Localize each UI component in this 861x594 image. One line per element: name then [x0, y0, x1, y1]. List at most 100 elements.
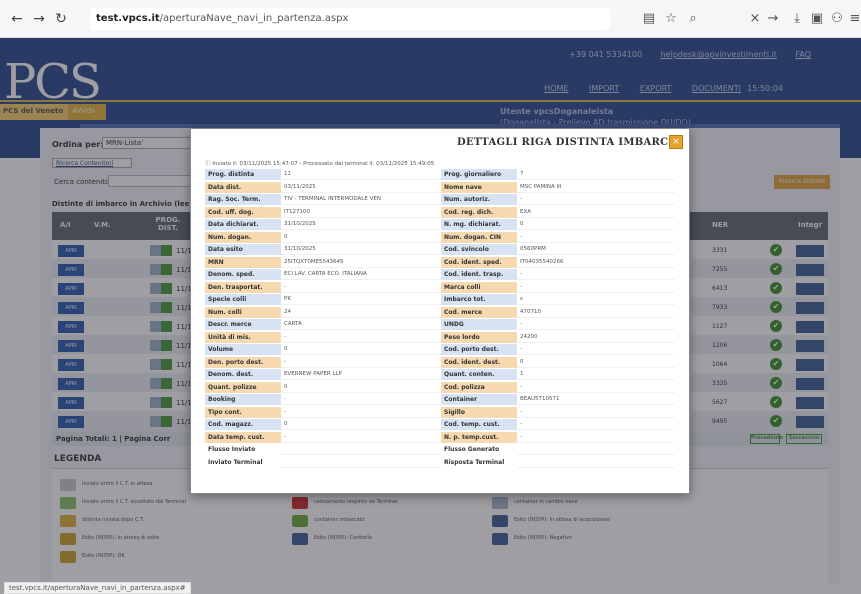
close-icon[interactable]: ×	[669, 135, 683, 149]
detail-value: 0560PRM	[517, 244, 675, 255]
detail-value: 0	[281, 419, 441, 430]
browser-toolbar: ← → ↻ test.vpcs.it/aperturaNave_navi_in_…	[0, 0, 861, 38]
detail-label: N. p. temp.cust.	[441, 431, 517, 443]
detail-row: Denom. dest. EVERNEW PAPER LLP Quant. cont…	[205, 369, 675, 380]
detail-label: Volume	[205, 344, 281, 355]
detail-label: Cod. reg. dich.	[441, 206, 517, 218]
detail-label: Container	[441, 394, 517, 405]
detail-value: 470710	[517, 306, 675, 318]
detail-row: Denom. sped. ECI LAV. CARTA ECO. ITALIANA…	[205, 269, 675, 280]
detail-row: Data dist. 03/11/2025 Nome nave MSC PAMINA …	[205, 181, 675, 193]
detail-label: Denom. dest.	[205, 369, 281, 380]
detail-row: Specie colli PK Imbarco tot. s	[205, 294, 675, 305]
back-icon[interactable]: ←	[8, 10, 26, 28]
account-icon[interactable]: ⚇	[828, 10, 846, 28]
detail-row: Den. trasportat. - Marca colli -	[205, 281, 675, 293]
detail-value: s	[517, 294, 675, 305]
detail-label: Peso lordo	[441, 331, 517, 343]
detail-row: Cod. magazz. 0 Cod. temp. cust. -	[205, 419, 675, 430]
detail-label: Cod. uff. dog.	[205, 206, 281, 218]
reload-icon[interactable]: ↻	[52, 10, 70, 28]
bookmark-star-icon[interactable]: ☆	[662, 10, 680, 28]
detail-value: 31/10/2025	[281, 244, 441, 255]
detail-row: Tipo cont. - Sigillo -	[205, 406, 675, 418]
detail-value: -	[517, 194, 675, 205]
detail-value: -	[281, 331, 441, 343]
detail-row: Data dichiarat. 31/10/2025 N. mg. dichiara…	[205, 219, 675, 230]
detail-label: Descr. merce	[205, 319, 281, 330]
detail-label: Num. colli	[205, 306, 281, 318]
detail-value: 0	[517, 219, 675, 230]
detail-label: MRN	[205, 256, 281, 268]
detail-value: -	[517, 431, 675, 443]
detail-value: 24	[281, 306, 441, 318]
detail-value: 31/10/2025	[281, 219, 441, 230]
dettagli-modal: DETTAGLI RIGA DISTINTA IMBARCO × ⓘ Invia…	[190, 128, 690, 494]
url-text: test.vpcs.it/aperturaNave_navi_in_parten…	[96, 13, 348, 24]
address-bar[interactable]: test.vpcs.it/aperturaNave_navi_in_parten…	[90, 8, 610, 30]
detail-label: Data esito	[205, 244, 281, 255]
detail-value: 7	[517, 169, 675, 180]
detail-label: Inviato Terminal	[205, 456, 281, 468]
detail-row: Prog. distinta 11 Prog. giornaliero 7	[205, 169, 675, 180]
detail-label: Marca colli	[441, 281, 517, 293]
detail-label: Quant. polizze	[205, 381, 281, 393]
detail-value: IT127100	[281, 206, 441, 218]
detail-value: -	[517, 381, 675, 393]
detail-value	[517, 444, 675, 455]
detail-value: -	[517, 406, 675, 418]
detail-label: Data dichiarat.	[205, 219, 281, 230]
detail-label: Cod. magazz.	[205, 419, 281, 430]
detail-row: Num. dogan. 0 Num. dogan. CIN -	[205, 231, 675, 243]
detail-value: 24200	[517, 331, 675, 343]
detail-value: TIV - TERMINAL INTERMODALE VEN	[281, 194, 441, 205]
detail-label: Data dist.	[205, 181, 281, 193]
search-icon[interactable]: ⌕	[684, 10, 702, 28]
status-bar-url: test.vpcs.it/aperturaNave_navi_in_parten…	[4, 582, 191, 594]
forward-arrow-icon[interactable]: →	[764, 10, 782, 28]
detail-row: Unità di mis. - Peso lordo 24200	[205, 331, 675, 343]
detail-row: MRN 25ITQXT0ME5543645 Cod. ident. sped. IT0…	[205, 256, 675, 268]
detail-value: PK	[281, 294, 441, 305]
detail-label: Num. dogan.	[205, 231, 281, 243]
detail-row: Booking - Container BEAU5710571	[205, 394, 675, 405]
detail-value: 1	[517, 369, 675, 380]
detail-value: ECI LAV. CARTA ECO. ITALIANA	[281, 269, 441, 280]
detail-label: Cod. ident. sped.	[441, 256, 517, 268]
detail-label: Num. autoriz.	[441, 194, 517, 205]
detail-row: Num. colli 24 Cod. merce 470710	[205, 306, 675, 318]
detail-label: Tipo cont.	[205, 406, 281, 418]
detail-label: Flusso Generato	[441, 444, 517, 455]
detail-value: -	[281, 431, 441, 443]
detail-label: Prog. distinta	[205, 169, 281, 180]
detail-value: 03/11/2025	[281, 181, 441, 193]
detail-value: -	[517, 344, 675, 355]
detail-value: 25ITQXT0ME5543645	[281, 256, 441, 268]
menu-icon[interactable]: ≡	[846, 10, 861, 28]
forward-icon[interactable]: →	[30, 10, 48, 28]
detail-value: IT04035540266	[517, 256, 675, 268]
detail-value: 11	[281, 169, 441, 180]
detail-label: Cod. merce	[441, 306, 517, 318]
detail-label: Denom. sped.	[205, 269, 281, 280]
detail-value: EVERNEW PAPER LLP	[281, 369, 441, 380]
detail-label: Risposta Terminal	[441, 456, 517, 468]
detail-row: Inviato Terminal Risposta Terminal	[205, 456, 675, 468]
detail-value	[281, 444, 441, 455]
detail-label: Den. trasportat.	[205, 281, 281, 293]
detail-value: -	[281, 406, 441, 418]
reader-icon[interactable]: ▤	[640, 10, 658, 28]
detail-row: Den. porto dest. - Cod. ident. dest. 0	[205, 356, 675, 368]
detail-row: Data esito 31/10/2025 Cod. svincolo 0560PRM	[205, 244, 675, 255]
detail-value: MSC PAMINA III	[517, 181, 675, 193]
close-tab-icon[interactable]: ×	[746, 10, 764, 28]
detail-label: Data temp. cust.	[205, 431, 281, 443]
detail-value: 0	[281, 381, 441, 393]
detail-value: EXA	[517, 206, 675, 218]
downloads-icon[interactable]: ⤓	[788, 10, 806, 28]
extensions-icon[interactable]: ▣	[808, 10, 826, 28]
detail-row: Flusso Inviato Flusso Generato	[205, 444, 675, 455]
url-host: test.vpcs.it	[96, 13, 160, 24]
detail-label: Den. porto dest.	[205, 356, 281, 368]
detail-value: -	[517, 269, 675, 280]
